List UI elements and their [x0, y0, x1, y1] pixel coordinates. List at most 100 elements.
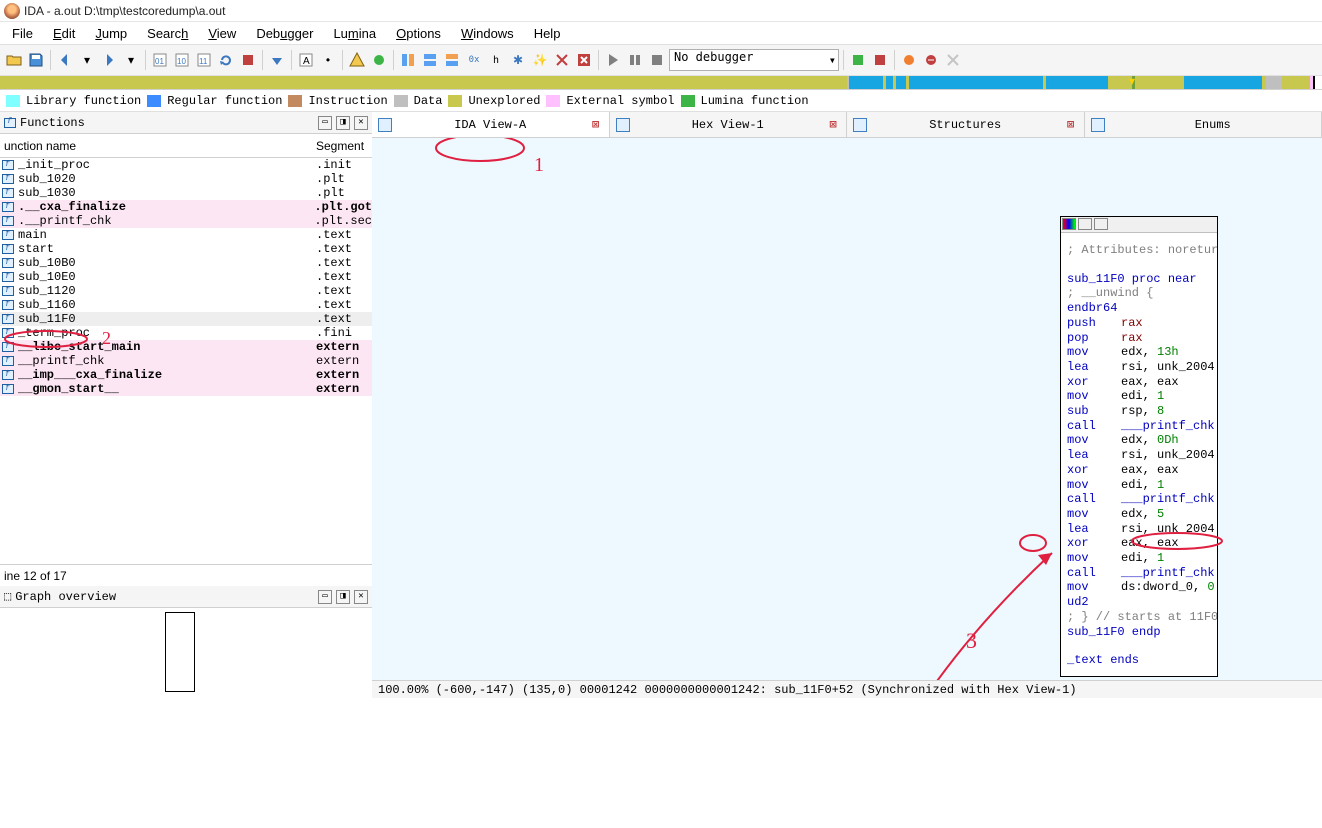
block-color-icon[interactable]	[1062, 218, 1076, 230]
binary2-icon[interactable]: 10	[172, 50, 192, 70]
minimize-button[interactable]: ▭	[318, 590, 332, 604]
menu-file[interactable]: File	[2, 24, 43, 43]
forward-icon[interactable]	[99, 50, 119, 70]
tab-close-icon[interactable]: ⊠	[589, 118, 603, 132]
asm-line[interactable]: xoreax, eax	[1067, 536, 1211, 551]
tab-ida-view[interactable]: IDA View-A ⊠	[372, 112, 610, 137]
tab-hex-view[interactable]: Hex View-1 ⊠	[610, 112, 848, 137]
binary1-icon[interactable]: 01	[150, 50, 170, 70]
star-icon[interactable]: ✱	[508, 50, 528, 70]
asm-line[interactable]: learsi, unk_2004	[1067, 522, 1211, 537]
greendot-icon[interactable]	[369, 50, 389, 70]
asm-line[interactable]: pushrax	[1067, 316, 1211, 331]
block-tool2-icon[interactable]	[1094, 218, 1108, 230]
asm-line[interactable]: movedi, 1	[1067, 551, 1211, 566]
textA-icon[interactable]: A	[296, 50, 316, 70]
seg3-icon[interactable]	[442, 50, 462, 70]
function-row[interactable]: sub_10E0.text	[0, 270, 372, 284]
asm-line[interactable]: call___printf_chk	[1067, 419, 1211, 434]
function-row[interactable]: sub_10B0.text	[0, 256, 372, 270]
dropdown-fwd-icon[interactable]: ▾	[121, 50, 141, 70]
asm-line[interactable]: xoreax, eax	[1067, 463, 1211, 478]
menu-debugger[interactable]: Debugger	[246, 24, 323, 43]
asm-line[interactable]: subrsp, 8	[1067, 404, 1211, 419]
function-row[interactable]: sub_1160.text	[0, 298, 372, 312]
close-button[interactable]: ✕	[354, 116, 368, 130]
menu-options[interactable]: Options	[386, 24, 451, 43]
function-row[interactable]: _init_proc.init	[0, 158, 372, 172]
back-icon[interactable]	[55, 50, 75, 70]
downarrow-icon[interactable]	[267, 50, 287, 70]
open-icon[interactable]	[4, 50, 24, 70]
delete-icon[interactable]	[574, 50, 594, 70]
minimize-button[interactable]: ▭	[318, 116, 332, 130]
binary3-icon[interactable]: 11	[194, 50, 214, 70]
debugger-select[interactable]: No debugger▾	[669, 49, 839, 71]
refresh-icon[interactable]	[216, 50, 236, 70]
function-row[interactable]: __libc_start_mainextern	[0, 340, 372, 354]
asm-line[interactable]: xoreax, eax	[1067, 375, 1211, 390]
tab-close-icon[interactable]: ⊠	[826, 118, 840, 132]
hex-icon[interactable]: 0x	[464, 50, 484, 70]
asm-line[interactable]: call___printf_chk	[1067, 566, 1211, 581]
block-tool-icon[interactable]	[1078, 218, 1092, 230]
menu-lumina[interactable]: Lumina	[323, 24, 386, 43]
asm-line[interactable]: movedi, 1	[1067, 389, 1211, 404]
menu-search[interactable]: Search	[137, 24, 198, 43]
asm-line[interactable]: learsi, unk_2004	[1067, 360, 1211, 375]
menu-help[interactable]: Help	[524, 24, 571, 43]
detach-button[interactable]: ◨	[336, 590, 350, 604]
menu-jump[interactable]: Jump	[85, 24, 137, 43]
menu-edit[interactable]: Edit	[43, 24, 85, 43]
col-segment[interactable]: Segment	[312, 139, 372, 153]
stop2-icon[interactable]	[647, 50, 667, 70]
asm-line[interactable]: movds:dword_0, 0	[1067, 580, 1211, 595]
function-row[interactable]: _term_proc.fini	[0, 326, 372, 340]
menu-windows[interactable]: Windows	[451, 24, 524, 43]
function-row[interactable]: __gmon_start__extern	[0, 382, 372, 396]
asm-line[interactable]: endbr64	[1067, 301, 1211, 316]
asm-line[interactable]: learsi, unk_2004	[1067, 448, 1211, 463]
bp3-icon[interactable]	[943, 50, 963, 70]
bp2-icon[interactable]	[921, 50, 941, 70]
asm-line[interactable]: poprax	[1067, 331, 1211, 346]
seg1-icon[interactable]	[398, 50, 418, 70]
stop-icon[interactable]	[238, 50, 258, 70]
seg2-icon[interactable]	[420, 50, 440, 70]
graph-overview-canvas[interactable]	[0, 608, 372, 698]
asm-line[interactable]: call___printf_chk	[1067, 492, 1211, 507]
function-row[interactable]: __printf_chkextern	[0, 354, 372, 368]
function-row[interactable]: .__printf_chk.plt.sec	[0, 214, 372, 228]
dbgcfg1-icon[interactable]	[848, 50, 868, 70]
function-row[interactable]: start.text	[0, 242, 372, 256]
function-row[interactable]: sub_1120.text	[0, 284, 372, 298]
wand-icon[interactable]: ✨	[530, 50, 550, 70]
tab-close-icon[interactable]: ⊠	[1064, 118, 1078, 132]
function-row[interactable]: .__cxa_finalize.plt.got	[0, 200, 372, 214]
play-icon[interactable]	[603, 50, 623, 70]
function-row[interactable]: sub_1020.plt	[0, 172, 372, 186]
pause-icon[interactable]	[625, 50, 645, 70]
function-row[interactable]: __imp___cxa_finalizeextern	[0, 368, 372, 382]
save-icon[interactable]	[26, 50, 46, 70]
functions-list[interactable]: _init_proc.initsub_1020.pltsub_1030.plt.…	[0, 158, 372, 564]
detach-button[interactable]: ◨	[336, 116, 350, 130]
tab-enums[interactable]: Enums	[1085, 112, 1322, 137]
dropdown-back-icon[interactable]: ▾	[77, 50, 97, 70]
asm-line[interactable]: movedx, 13h	[1067, 345, 1211, 360]
asm-line[interactable]: ud2	[1067, 595, 1211, 610]
col-name[interactable]: unction name	[0, 139, 312, 153]
close-button[interactable]: ✕	[354, 590, 368, 604]
dot-icon[interactable]: •	[318, 50, 338, 70]
function-row[interactable]: main.text	[0, 228, 372, 242]
tab-structures[interactable]: Structures ⊠	[847, 112, 1085, 137]
asm-line[interactable]: movedi, 1	[1067, 478, 1211, 493]
h-icon[interactable]: h	[486, 50, 506, 70]
navigation-band[interactable]: ▾	[0, 76, 1322, 90]
menu-view[interactable]: View	[198, 24, 246, 43]
bp1-icon[interactable]	[899, 50, 919, 70]
sign-icon[interactable]	[347, 50, 367, 70]
asm-line[interactable]: movedx, 0Dh	[1067, 433, 1211, 448]
asm-line[interactable]: movedx, 5	[1067, 507, 1211, 522]
function-row[interactable]: sub_11F0.text	[0, 312, 372, 326]
